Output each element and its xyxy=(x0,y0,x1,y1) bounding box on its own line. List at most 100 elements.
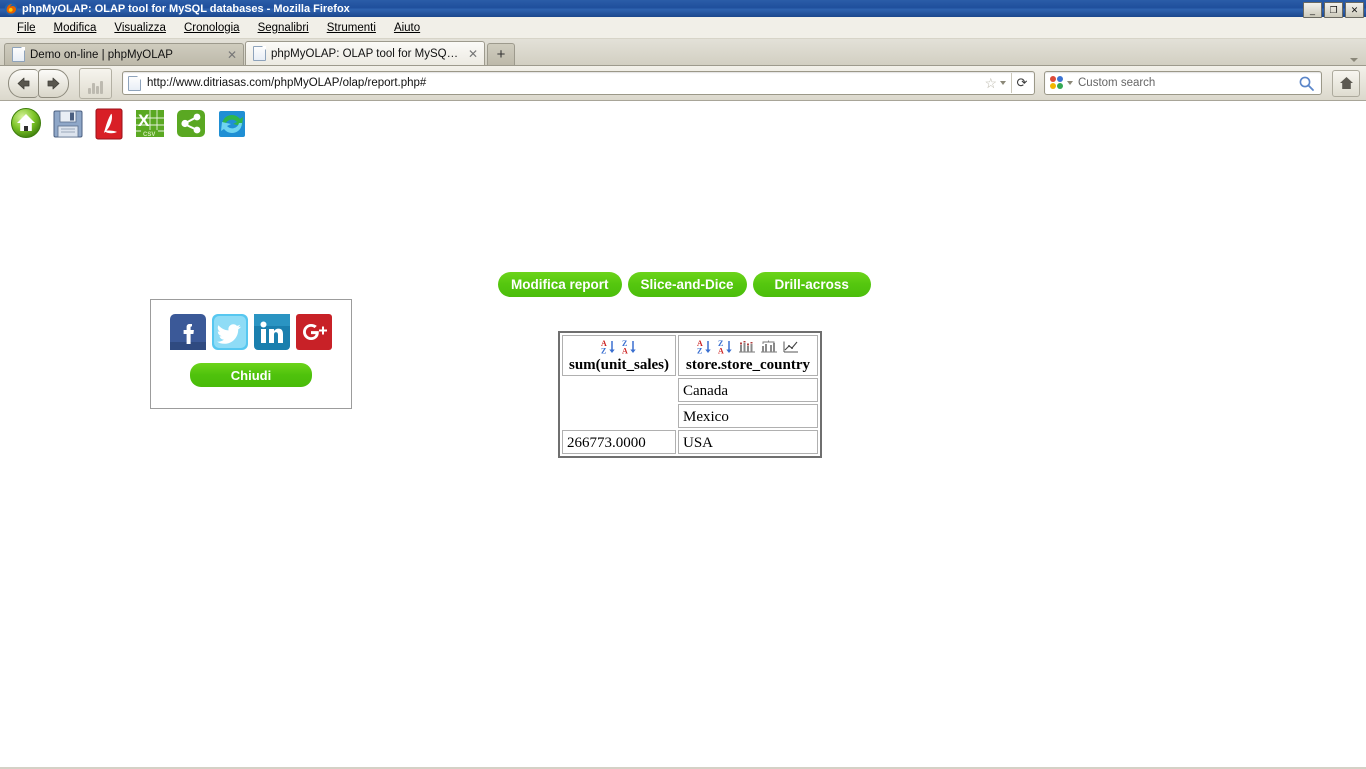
svg-text:A: A xyxy=(718,347,724,356)
home-icon[interactable] xyxy=(10,105,44,141)
site-stats-button[interactable] xyxy=(79,67,112,99)
twitter-icon[interactable] xyxy=(211,313,249,351)
url-bar[interactable]: http://www.ditriasas.com/phpMyOLAP/olap/… xyxy=(122,71,1035,95)
window-title: phpMyOLAP: OLAP tool for MySQL databases… xyxy=(22,2,350,15)
tab-list-chevron-down-icon[interactable] xyxy=(1350,58,1358,62)
tab-label: phpMyOLAP: OLAP tool for MySQL datab... xyxy=(271,47,460,60)
menu-item-modifica[interactable]: Modifica xyxy=(45,20,106,36)
grouped-chart-icon[interactable] xyxy=(760,340,778,354)
dimension-cell[interactable]: Canada xyxy=(678,378,818,402)
save-icon[interactable] xyxy=(51,105,85,141)
table-header-row: A Z Z A sum(unit_sales) A Z Z A store.st… xyxy=(562,335,818,376)
menu-item-visualizza[interactable]: Visualizza xyxy=(105,20,175,36)
menu-item-strumenti[interactable]: Strumenti xyxy=(318,20,385,36)
table-row: 266773.0000 USA xyxy=(562,430,818,454)
line-chart-icon[interactable] xyxy=(782,340,800,354)
home-button[interactable] xyxy=(1332,69,1360,97)
minimize-button[interactable]: _ xyxy=(1303,2,1322,18)
dimension-tool-icons: A Z Z A xyxy=(683,338,813,356)
new-tab-button[interactable]: + xyxy=(487,43,515,65)
svg-text:X: X xyxy=(138,111,150,130)
tab-close-icon[interactable]: ✕ xyxy=(227,49,237,61)
app-toolbar: X CSV xyxy=(10,105,249,141)
search-engine-chevron-down-icon[interactable] xyxy=(1067,81,1073,85)
back-arrow-icon xyxy=(17,77,30,89)
navigation-toolbar: http://www.ditriasas.com/phpMyOLAP/olap/… xyxy=(0,66,1366,101)
table-row: Canada xyxy=(562,378,818,402)
menu-item-aiuto-label: Aiuto xyxy=(393,21,421,34)
menu-item-file[interactable]: File xyxy=(8,20,45,36)
sort-az-icon[interactable]: A Z xyxy=(600,339,617,355)
bar-chart-icon[interactable] xyxy=(738,340,756,354)
column-header-measure[interactable]: A Z Z A sum(unit_sales) xyxy=(562,335,676,376)
tab-strip: Demo on-line | phpMyOLAP ✕ phpMyOLAP: OL… xyxy=(0,39,1366,66)
olap-report-table: A Z Z A sum(unit_sales) A Z Z A store.st… xyxy=(558,331,822,458)
back-button[interactable] xyxy=(8,68,38,98)
dimension-cell[interactable]: USA xyxy=(678,430,818,454)
share-icon[interactable] xyxy=(174,105,208,141)
table-row: Mexico xyxy=(562,404,818,428)
firefox-icon xyxy=(4,2,18,15)
reload-button[interactable]: ⟳ xyxy=(1011,73,1032,93)
stats-bar-2 xyxy=(92,82,95,94)
googleplus-icon[interactable] xyxy=(295,313,333,351)
bookmark-star-icon[interactable]: ☆ xyxy=(984,76,997,90)
close-social-panel-button[interactable]: Chiudi xyxy=(190,363,312,387)
svg-text:CSV: CSV xyxy=(143,132,155,138)
forward-button[interactable] xyxy=(38,68,69,98)
svg-text:A: A xyxy=(622,347,628,356)
nav-arrows xyxy=(8,68,69,98)
menu-item-file-label: File xyxy=(17,21,36,34)
url-input[interactable]: http://www.ditriasas.com/phpMyOLAP/olap/… xyxy=(147,77,984,89)
measure-cell[interactable]: 266773.0000 xyxy=(562,430,676,454)
measure-cell-empty xyxy=(562,378,676,402)
social-icons-row xyxy=(151,313,351,351)
menu-bar: File Modifica Visualizza Cronologia Segn… xyxy=(0,17,1366,39)
google-search-engine-icon[interactable] xyxy=(1050,76,1064,90)
svg-text:Z: Z xyxy=(601,347,606,356)
pdf-export-icon[interactable] xyxy=(92,105,126,141)
close-button[interactable]: ✕ xyxy=(1345,2,1364,18)
menu-item-cronologia[interactable]: Cronologia xyxy=(175,20,249,36)
refresh-icon[interactable] xyxy=(215,105,249,141)
linkedin-icon[interactable] xyxy=(253,313,291,351)
sort-za-icon[interactable]: Z A xyxy=(621,339,638,355)
page-favicon-icon xyxy=(253,46,266,61)
menu-item-cronologia-label: Cronologia xyxy=(183,21,240,34)
slice-and-dice-button[interactable]: Slice-and-Dice xyxy=(627,272,747,297)
modifica-report-button[interactable]: Modifica report xyxy=(498,272,622,297)
stats-bar-3 xyxy=(96,85,99,94)
menu-item-segnalibri-label: Segnalibri xyxy=(257,21,309,34)
menu-item-aiuto[interactable]: Aiuto xyxy=(385,20,429,36)
column-header-label: sum(unit_sales) xyxy=(568,357,669,373)
menu-item-strumenti-label: Strumenti xyxy=(326,21,376,34)
page-favicon-icon xyxy=(12,47,25,62)
url-favicon-icon xyxy=(128,75,141,91)
facebook-icon[interactable] xyxy=(169,313,207,351)
drill-across-button[interactable]: Drill-across xyxy=(752,272,871,297)
measure-sort-icons: A Z Z A xyxy=(567,338,671,356)
stats-bar-1 xyxy=(88,87,91,94)
window-controls: _ ❐ ✕ xyxy=(1303,2,1364,18)
dimension-cell[interactable]: Mexico xyxy=(678,404,818,428)
tab-close-icon[interactable]: ✕ xyxy=(468,48,478,60)
search-icon[interactable] xyxy=(1298,75,1315,92)
column-header-dimension[interactable]: A Z Z A store.store_country xyxy=(678,335,818,376)
column-header-label: store.store_country xyxy=(686,357,810,373)
stats-bar-4 xyxy=(100,80,103,94)
tab-phpmyolap-report[interactable]: phpMyOLAP: OLAP tool for MySQL datab... … xyxy=(245,41,485,65)
restore-button[interactable]: ❐ xyxy=(1324,2,1343,18)
menu-item-modifica-label: Modifica xyxy=(53,21,97,34)
search-bar[interactable]: Custom search xyxy=(1044,71,1322,95)
sort-az-icon[interactable]: A Z xyxy=(696,339,713,355)
search-input[interactable]: Custom search xyxy=(1078,77,1298,89)
social-share-panel: Chiudi xyxy=(150,299,352,409)
menu-item-segnalibri[interactable]: Segnalibri xyxy=(249,20,318,36)
tab-demo-online[interactable]: Demo on-line | phpMyOLAP ✕ xyxy=(4,43,244,65)
sort-za-icon[interactable]: Z A xyxy=(717,339,734,355)
measure-cell-empty xyxy=(562,404,676,428)
csv-export-icon[interactable]: X CSV xyxy=(133,105,167,141)
bookmark-chevron-down-icon[interactable] xyxy=(1000,81,1006,85)
forward-arrow-icon xyxy=(47,77,60,89)
svg-text:Z: Z xyxy=(697,347,702,356)
